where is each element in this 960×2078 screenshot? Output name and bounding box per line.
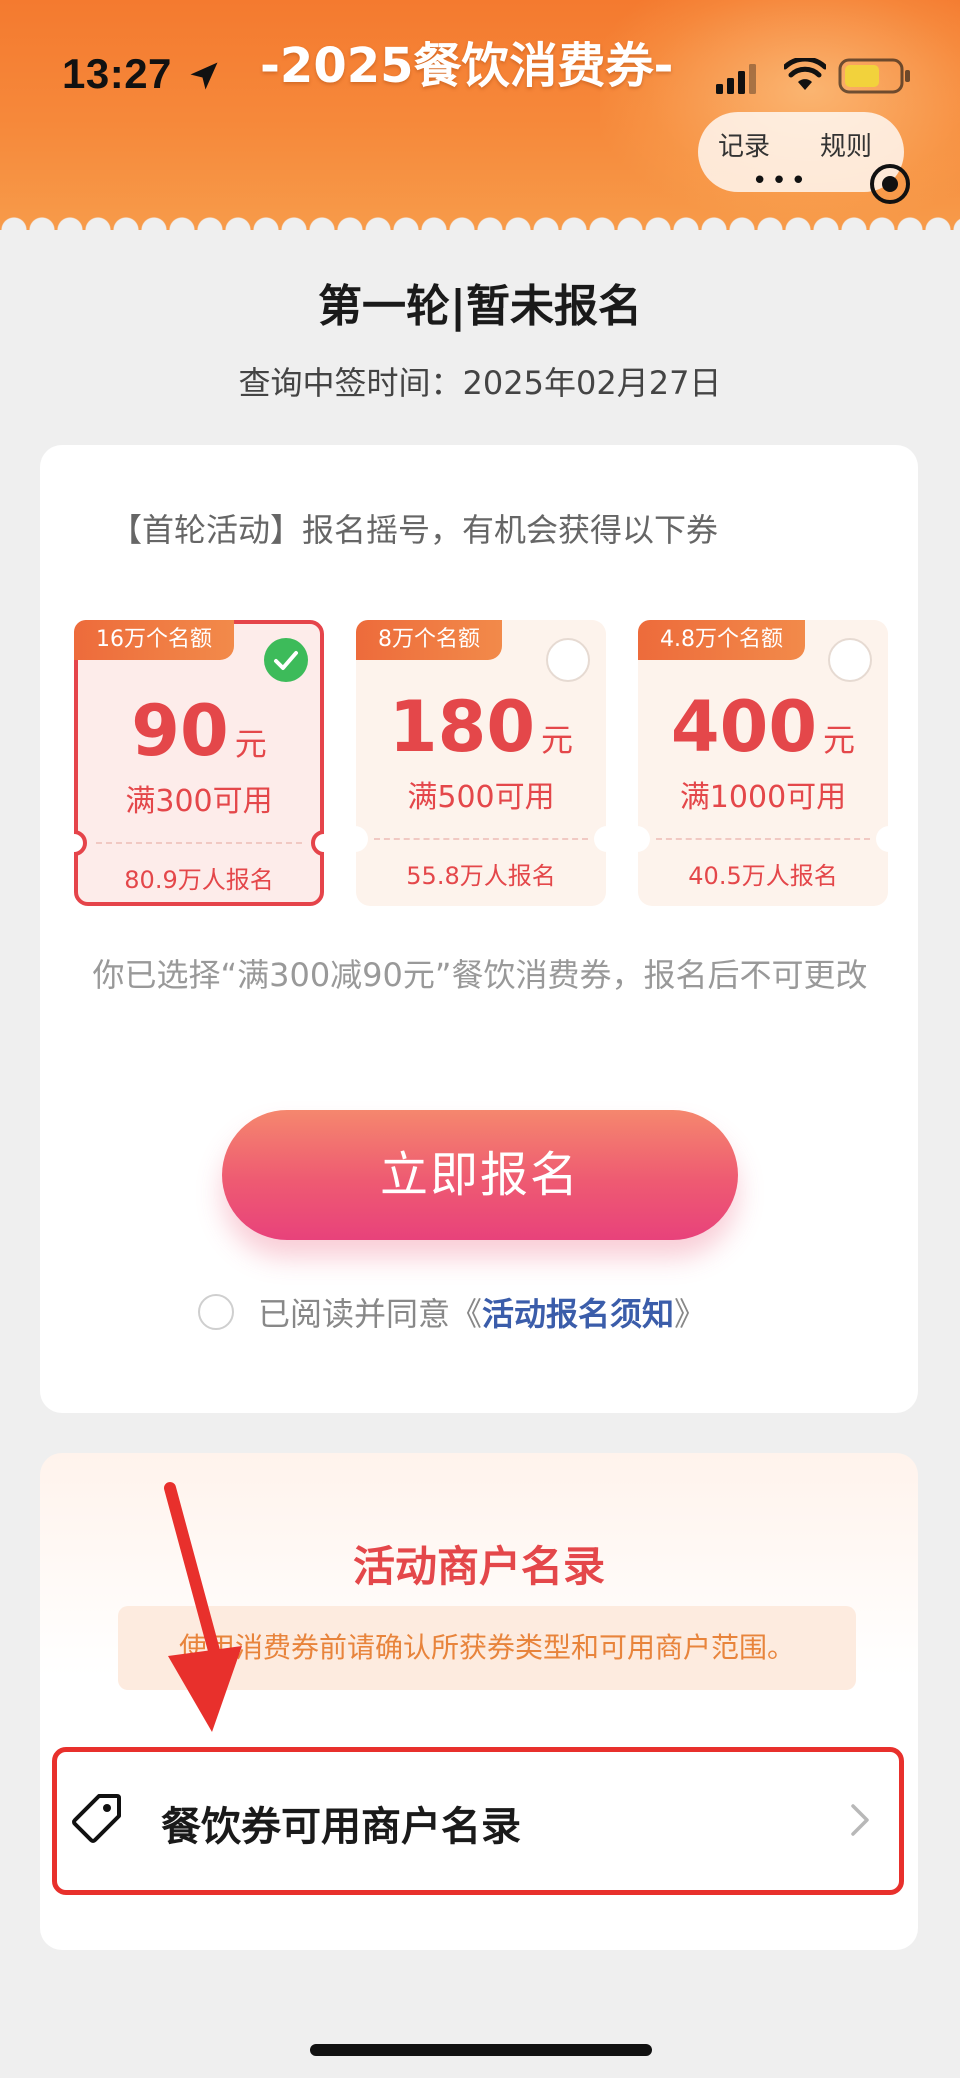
page-title: -2025餐饮消费券- [260,38,674,94]
coupon-notch [74,830,87,856]
coupon-divider [96,842,302,844]
banner-header: 13:27 -2025餐饮消费券- 记录 规则 ••• [0,0,960,230]
coupon-quota: 16万个名额 [74,620,234,660]
battery-icon [838,58,910,94]
agree-suffix: 》 [674,1295,707,1333]
agree-checkbox[interactable] [198,1294,234,1330]
agreement-row[interactable]: 已阅读并同意《 活动报名须知》 [198,1287,706,1337]
more-dots-icon[interactable]: ••• [752,168,810,194]
signup-button[interactable]: 立即报名 [222,1110,738,1240]
coupon-divider [656,838,870,840]
coupon-notch [876,826,902,852]
coupon-notch [342,826,368,852]
annotation-arrow-icon [164,1482,242,1732]
rules-notice-link[interactable]: 活动报名须知 [482,1289,674,1335]
coupon-signups: 55.8万人报名 [406,862,556,890]
coupon-signups: 40.5万人报名 [688,862,838,890]
coupon-90[interactable]: 16万个名额 90 元 满300可用 80.9万人报名 [74,620,324,906]
coupon-divider [374,838,588,840]
rules-link[interactable]: 规则 [820,126,872,163]
activity-card: 【首轮活动】报名摇号，有机会获得以下券 16万个名额 90 元 满300可用 80… [40,445,918,1413]
wifi-icon [784,58,826,90]
agree-text: 已阅读并同意《 [258,1295,483,1333]
selection-notice: 你已选择“满300减90元”餐饮消费券，报名后不可更改 [92,956,868,994]
signal-icon [716,64,756,94]
location-arrow-icon [190,62,218,90]
coupon-quota: 4.8万个名额 [638,620,805,660]
status-time: 13:27 [62,50,172,97]
radio-unchecked[interactable] [546,638,590,682]
coupon-condition: 满1000可用 [679,780,847,815]
coupon-amount: 180 元 [388,686,574,768]
coupon-amount: 400 元 [670,686,856,768]
tag-icon [72,1794,121,1843]
radio-unchecked[interactable] [828,638,872,682]
coupon-notch [594,826,620,852]
coupon-180[interactable]: 8万个名额 180 元 满500可用 55.8万人报名 [342,620,620,906]
merchant-row-label: 餐饮券可用商户名录 [161,1804,521,1850]
home-indicator[interactable] [310,2044,652,2056]
coupon-condition: 满300可用 [125,784,273,819]
coupon-condition: 满500可用 [407,780,555,815]
scallop-edge [0,204,960,230]
merchant-list-row[interactable]: 餐饮券可用商户名录 [52,1747,904,1895]
coupon-notch [624,826,650,852]
record-link[interactable]: 记录 [718,126,770,163]
coupon-quota: 8万个名额 [356,620,502,660]
coupon-notch [311,830,324,856]
close-target-icon[interactable] [868,162,912,206]
coupon-amount: 90 元 [131,690,267,772]
check-icon[interactable] [264,638,308,682]
activity-intro: 【首轮活动】报名摇号，有机会获得以下券 [110,511,719,549]
round-status-title: 第一轮|暂未报名 [317,281,643,332]
chevron-right-icon [851,1804,869,1836]
coupon-400[interactable]: 4.8万个名额 400 元 满1000可用 40.5万人报名 [624,620,902,906]
query-time: 查询中签时间：2025年02月27日 [238,364,722,402]
coupon-signups: 80.9万人报名 [124,866,274,894]
